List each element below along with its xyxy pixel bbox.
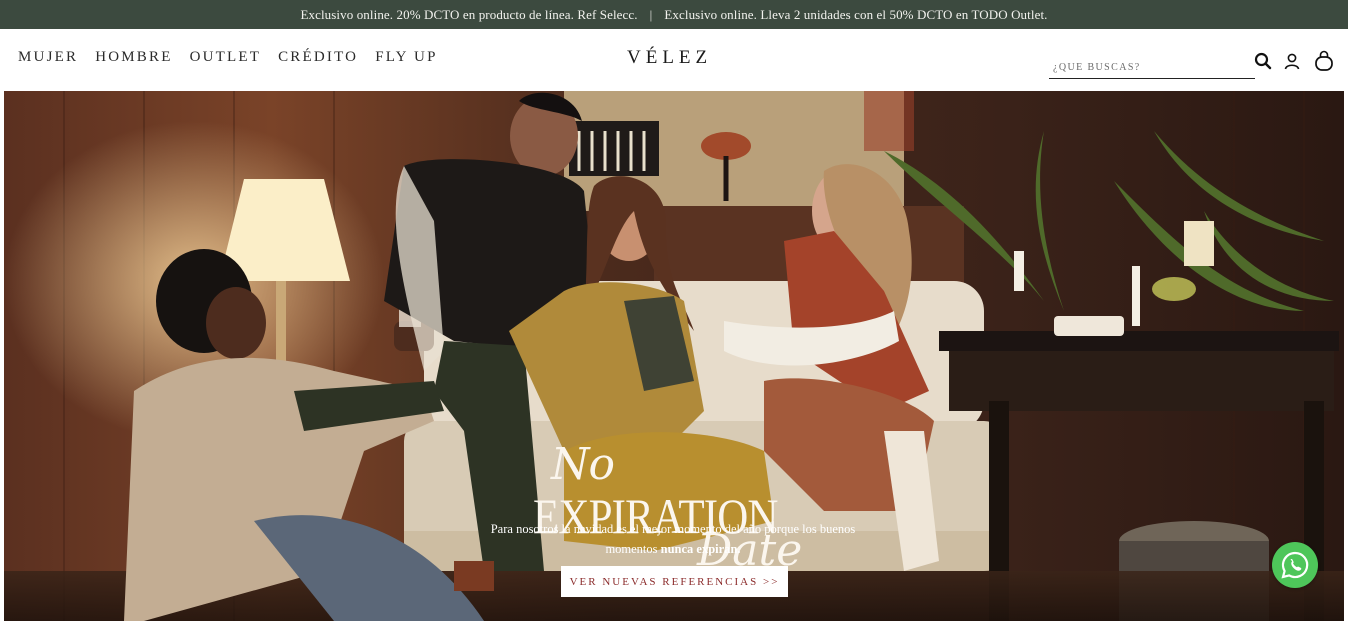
hero-description: Para nosotros la navidad es el mejor mom… [478,519,868,559]
nav-item-fly-up[interactable]: FLY UP [375,49,437,66]
announcement-right[interactable]: Exclusivo online. Lleva 2 unidades con e… [664,7,1047,23]
search-icon[interactable] [1252,50,1274,72]
site-header: MUJER HOMBRE OUTLET CRÉDITO FLY UP VÉLEZ [0,29,1348,91]
announcement-separator: | [649,6,653,22]
user-icon[interactable] [1281,50,1303,72]
nav-item-hombre[interactable]: HOMBRE [95,49,172,66]
hero-description-bold: nunca expiran. [660,542,741,556]
hero-banner[interactable]: No EXPIRATION Date Para nosotros la navi… [4,91,1344,621]
announcement-bar: Exclusivo online. 20% DCTO en producto d… [0,0,1348,29]
nav-item-outlet[interactable]: OUTLET [190,49,262,66]
whatsapp-icon[interactable] [1272,542,1318,588]
main-nav: MUJER HOMBRE OUTLET CRÉDITO FLY UP [18,49,455,66]
brand-logo[interactable]: VÉLEZ [627,47,712,69]
search-field [1049,55,1255,79]
bag-icon[interactable] [1313,50,1335,72]
announcement-left[interactable]: Exclusivo online. 20% DCTO en producto d… [300,7,637,23]
nav-item-credito[interactable]: CRÉDITO [278,49,358,66]
nav-item-mujer[interactable]: MUJER [18,49,78,66]
search-input[interactable] [1049,56,1255,79]
headline-no: No [551,439,615,490]
new-references-button[interactable]: VER NUEVAS REFERENCIAS >> [561,566,788,597]
